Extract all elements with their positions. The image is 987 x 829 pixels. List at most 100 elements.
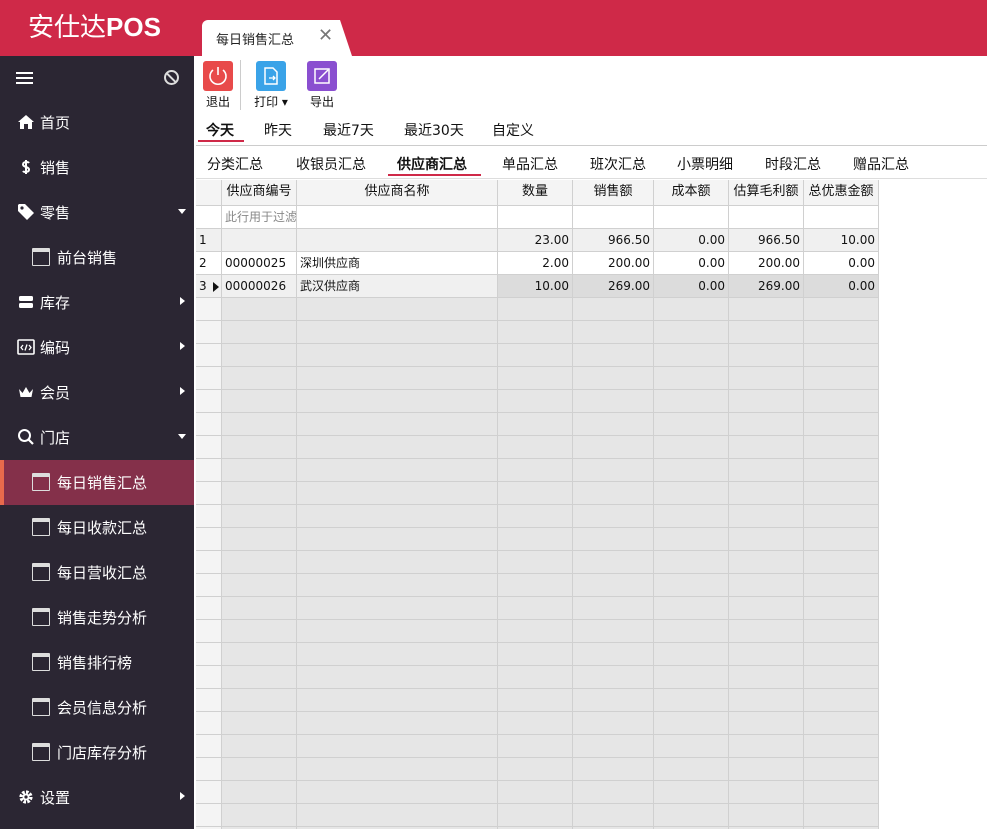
profit-cell[interactable]: 200.00 — [729, 252, 804, 275]
sidebar: 首页 销售 零售 前台销售 库存 编码 会员 门店 每日销售汇总 每日收款汇总 — [0, 56, 194, 829]
ban-icon[interactable] — [164, 70, 179, 85]
supplier-code-cell[interactable] — [222, 229, 297, 252]
print-button[interactable]: 打印 ▾ — [250, 61, 290, 111]
sidebar-item-store[interactable]: 门店 — [0, 415, 194, 460]
quantity-cell[interactable]: 23.00 — [498, 229, 573, 252]
supplier-code-cell[interactable]: 00000026 — [222, 275, 297, 298]
cost-cell[interactable]: 0.00 — [654, 275, 729, 298]
empty-cell — [222, 574, 297, 597]
empty-row — [196, 804, 879, 827]
column-header[interactable]: 销售额 — [573, 180, 654, 206]
profit-cell[interactable]: 269.00 — [729, 275, 804, 298]
empty-cell — [498, 482, 573, 505]
empty-cell — [222, 344, 297, 367]
sidebar-item-sales[interactable]: 销售 — [0, 145, 194, 190]
sidebar-item-home[interactable]: 首页 — [0, 100, 194, 145]
sidebar-header — [0, 56, 194, 100]
tab-today[interactable]: 今天 — [206, 120, 234, 140]
empty-cell — [297, 643, 498, 666]
quantity-cell[interactable]: 2.00 — [498, 252, 573, 275]
close-icon[interactable]: ✕ — [318, 25, 334, 47]
sidebar-item-members[interactable]: 会员 — [0, 370, 194, 415]
sidebar-item-sales-ranking[interactable]: 销售排行榜 — [0, 640, 194, 685]
empty-cell — [573, 712, 654, 735]
tab-receipt-detail[interactable]: 小票明细 — [677, 154, 733, 174]
sidebar-item-settings[interactable]: 设置 — [0, 775, 194, 820]
window-icon — [32, 653, 50, 671]
empty-cell — [222, 298, 297, 321]
sidebar-item-retail[interactable]: 零售 — [0, 190, 194, 235]
empty-cell — [297, 551, 498, 574]
profit-cell[interactable]: 966.50 — [729, 229, 804, 252]
tab-custom[interactable]: 自定义 — [492, 120, 534, 140]
cost-cell[interactable]: 0.00 — [654, 229, 729, 252]
sidebar-item-store-inventory-analysis[interactable]: 门店库存分析 — [0, 730, 194, 775]
filter-input[interactable]: 此行用于过滤 — [222, 206, 297, 229]
empty-row — [196, 781, 879, 804]
sidebar-item-daily-payment-summary[interactable]: 每日收款汇总 — [0, 505, 194, 550]
column-header[interactable]: 供应商编号 — [222, 180, 297, 206]
column-header[interactable]: 供应商名称 — [297, 180, 498, 206]
sidebar-item-member-analysis[interactable]: 会员信息分析 — [0, 685, 194, 730]
supplier-code-cell[interactable]: 00000025 — [222, 252, 297, 275]
app-title: 安仕达POS — [28, 12, 161, 43]
filter-input[interactable] — [729, 206, 804, 229]
filter-input[interactable] — [654, 206, 729, 229]
export-button[interactable]: 导出 — [301, 61, 341, 111]
sidebar-item-inventory[interactable]: 库存 — [0, 280, 194, 325]
tab-category-summary[interactable]: 分类汇总 — [207, 154, 263, 174]
cost-cell[interactable]: 0.00 — [654, 252, 729, 275]
column-header[interactable]: 估算毛利额 — [729, 180, 804, 206]
table-row[interactable]: 1 23.00 966.50 0.00 966.50 10.00 — [196, 229, 879, 252]
empty-cell — [498, 804, 573, 827]
tab-time-period-summary[interactable]: 时段汇总 — [765, 154, 821, 174]
tab-last-7-days[interactable]: 最近7天 — [323, 120, 374, 140]
empty-cell — [573, 459, 654, 482]
filter-input[interactable] — [297, 206, 498, 229]
column-header[interactable]: 成本额 — [654, 180, 729, 206]
sales-cell[interactable]: 966.50 — [573, 229, 654, 252]
table-row[interactable]: 3 00000026 武汉供应商 10.00 269.00 0.00 269.0… — [196, 275, 879, 298]
sidebar-item-daily-sales-summary[interactable]: 每日销售汇总 — [0, 460, 194, 505]
supplier-name-cell[interactable]: 深圳供应商 — [297, 252, 498, 275]
supplier-name-cell[interactable]: 武汉供应商 — [297, 275, 498, 298]
filter-input[interactable] — [573, 206, 654, 229]
empty-cell — [654, 298, 729, 321]
sales-cell[interactable]: 200.00 — [573, 252, 654, 275]
sidebar-item-daily-revenue-summary[interactable]: 每日营收汇总 — [0, 550, 194, 595]
tab-item-summary[interactable]: 单品汇总 — [502, 154, 558, 174]
sidebar-item-front-sales[interactable]: 前台销售 — [0, 235, 194, 280]
empty-row — [196, 574, 879, 597]
discount-cell[interactable]: 0.00 — [804, 275, 879, 298]
empty-cell — [297, 321, 498, 344]
discount-cell[interactable]: 0.00 — [804, 252, 879, 275]
hamburger-menu-icon[interactable] — [16, 72, 33, 84]
column-header[interactable]: 数量 — [498, 180, 573, 206]
power-icon — [203, 61, 233, 91]
empty-cell — [804, 505, 879, 528]
filter-input[interactable] — [804, 206, 879, 229]
tab-daily-sales-summary[interactable]: 每日销售汇总 ✕ — [202, 20, 352, 56]
sidebar-item-coding[interactable]: 编码 — [0, 325, 194, 370]
tab-cashier-summary[interactable]: 收银员汇总 — [296, 154, 366, 174]
empty-cell — [222, 758, 297, 781]
tab-gift-summary[interactable]: 赠品汇总 — [853, 154, 909, 174]
empty-cell — [196, 298, 222, 321]
discount-cell[interactable]: 10.00 — [804, 229, 879, 252]
sidebar-item-sales-trend[interactable]: 销售走势分析 — [0, 595, 194, 640]
tab-last-30-days[interactable]: 最近30天 — [404, 120, 464, 140]
empty-row — [196, 528, 879, 551]
empty-cell — [196, 482, 222, 505]
empty-cell — [654, 620, 729, 643]
empty-cell — [804, 551, 879, 574]
column-header[interactable]: 总优惠金额 — [804, 180, 879, 206]
supplier-name-cell[interactable] — [297, 229, 498, 252]
filter-input[interactable] — [498, 206, 573, 229]
tab-yesterday[interactable]: 昨天 — [264, 120, 292, 140]
quantity-cell[interactable]: 10.00 — [498, 275, 573, 298]
table-row[interactable]: 2 00000025 深圳供应商 2.00 200.00 0.00 200.00… — [196, 252, 879, 275]
tab-shift-summary[interactable]: 班次汇总 — [590, 154, 646, 174]
sales-cell[interactable]: 269.00 — [573, 275, 654, 298]
exit-button[interactable]: 退出 — [197, 61, 237, 111]
tab-supplier-summary[interactable]: 供应商汇总 — [397, 154, 467, 174]
